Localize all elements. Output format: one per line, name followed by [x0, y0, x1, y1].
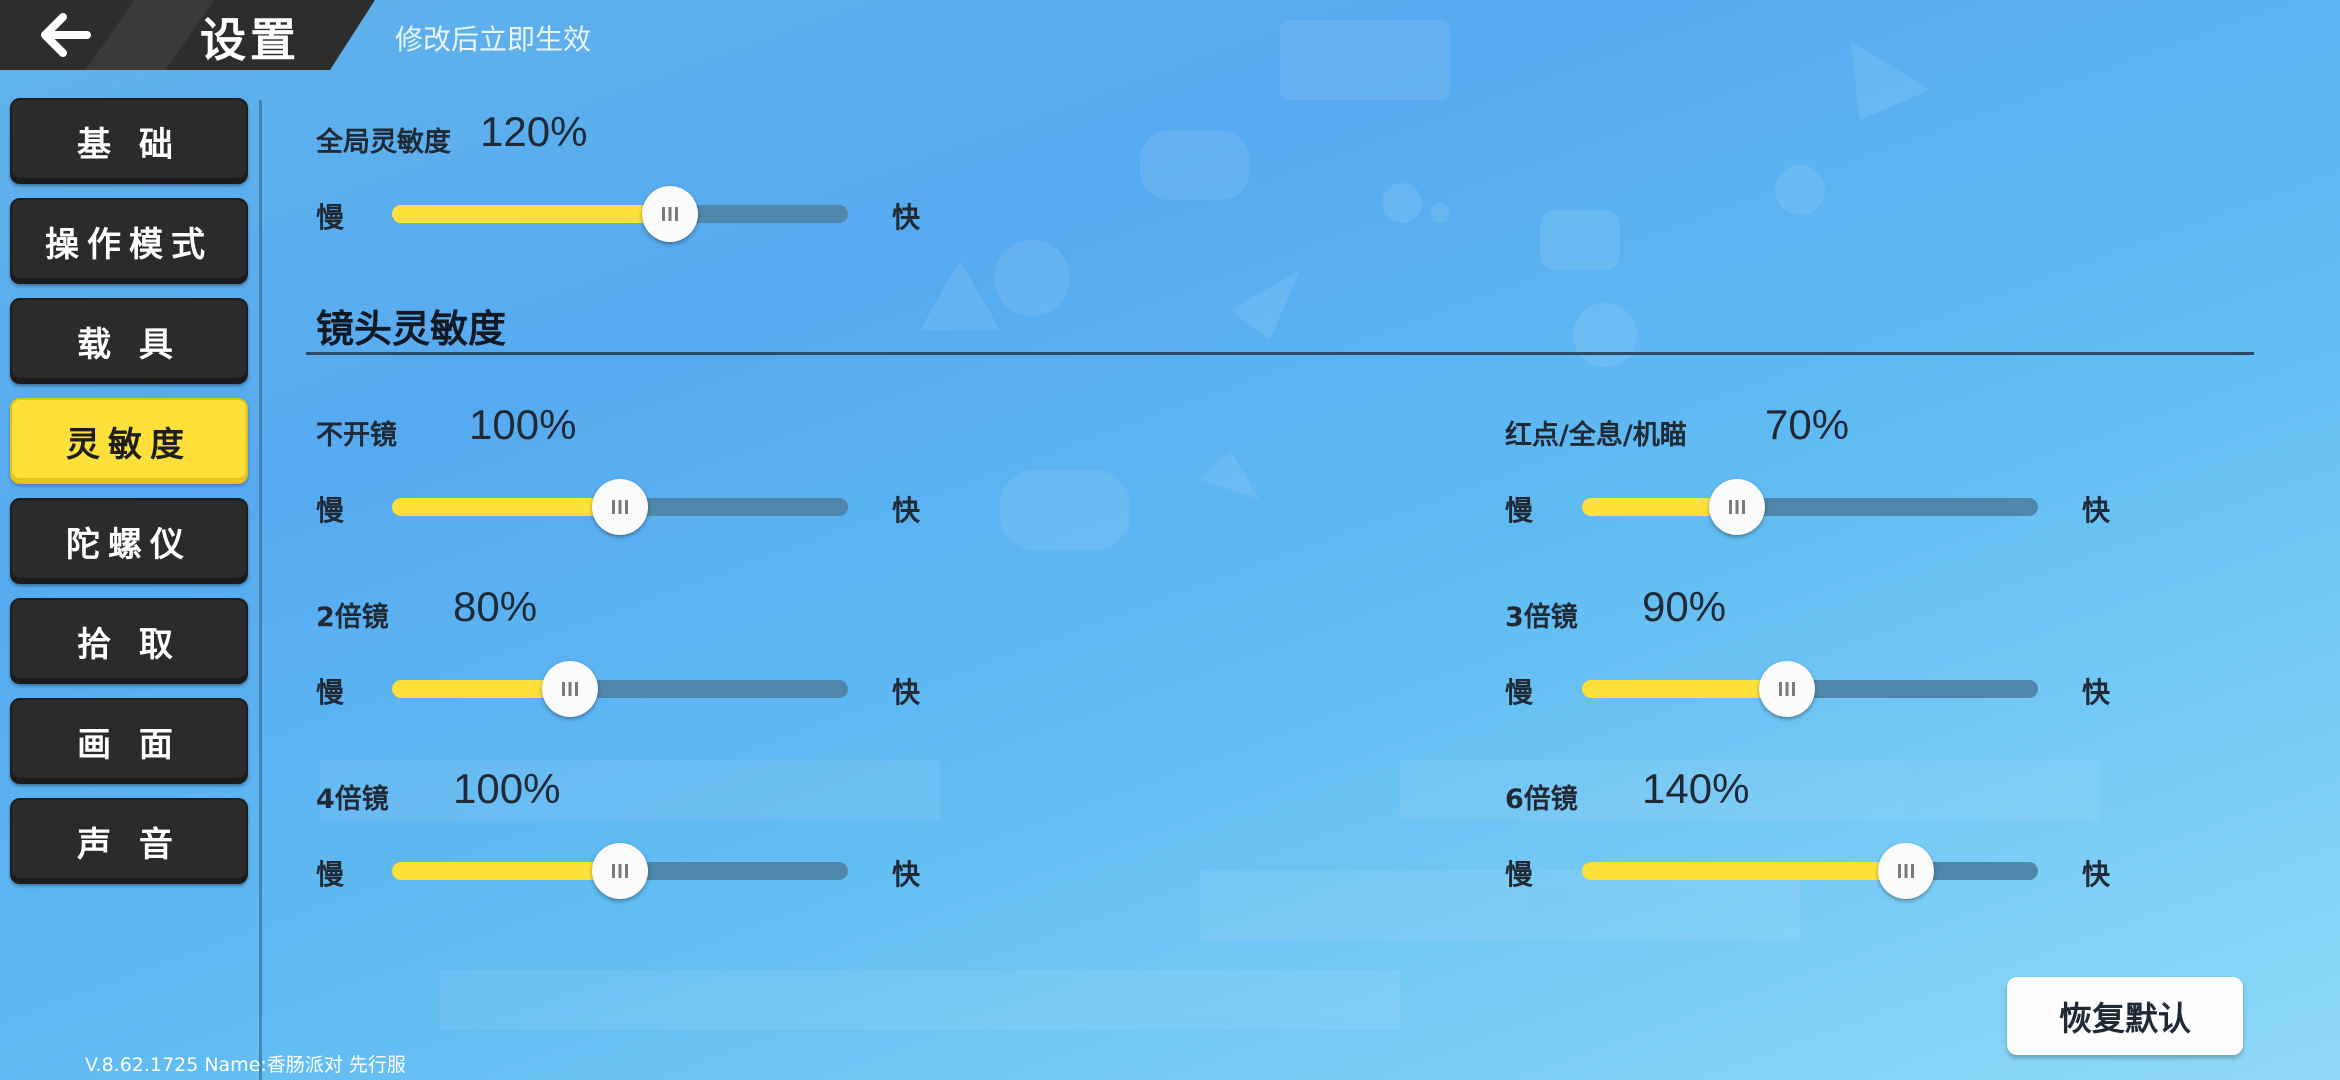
6x-scope-label: 6倍镜 — [1505, 784, 1578, 815]
2x-scope-value: 80% — [453, 583, 538, 630]
version-info: V.8.62.1725 Name:香肠派对 先行服 — [85, 1054, 406, 1076]
reset-default-button[interactable]: 恢复默认 — [2007, 977, 2243, 1055]
no-scope-value: 100% — [469, 401, 577, 448]
sidebar: 基 础 操作模式 载 具 灵敏度 陀螺仪 拾 取 画 面 声 音 — [10, 98, 250, 898]
fast-label: 快 — [2082, 676, 2111, 709]
sidebar-item-graphics[interactable]: 画 面 — [10, 698, 248, 784]
back-button[interactable] — [30, 8, 100, 62]
slow-label: 慢 — [1505, 494, 1534, 527]
slow-label: 慢 — [316, 494, 345, 527]
global-sensitivity-label: 全局灵敏度 — [316, 127, 451, 158]
page-title: 设置 — [200, 13, 300, 67]
slider-fill — [392, 862, 620, 880]
3x-scope-value: 90% — [1642, 583, 1727, 630]
sidebar-item-sound[interactable]: 声 音 — [10, 798, 248, 884]
slider-fill — [1582, 680, 1788, 698]
slider-thumb[interactable] — [541, 661, 598, 717]
slow-label: 慢 — [316, 676, 345, 709]
global-sensitivity-slider[interactable] — [392, 186, 848, 242]
2x-scope-label: 2倍镜 — [316, 602, 389, 633]
grip-icon — [1729, 500, 1746, 514]
red-dot-label: 红点/全息/机瞄 — [1505, 420, 1687, 451]
fast-label: 快 — [2082, 858, 2111, 891]
header-stripe — [85, 0, 215, 70]
fast-label: 快 — [892, 858, 921, 891]
red-dot-slider[interactable] — [1582, 479, 2038, 535]
6x-scope-value: 140% — [1642, 765, 1750, 812]
slider-thumb[interactable] — [1877, 843, 1934, 899]
no-scope-label: 不开镜 — [316, 420, 397, 451]
2x-scope-slider[interactable] — [392, 661, 848, 717]
slow-label: 慢 — [1505, 676, 1534, 709]
sidebar-item-gyroscope[interactable]: 陀螺仪 — [10, 498, 248, 584]
background-pattern — [320, 20, 2100, 1030]
slow-label: 慢 — [316, 201, 345, 234]
slider-fill — [1582, 862, 1906, 880]
slider-thumb[interactable] — [1709, 479, 1766, 535]
fast-label: 快 — [892, 494, 921, 527]
slider-fill — [392, 498, 620, 516]
slider-fill — [392, 205, 671, 223]
4x-scope-label: 4倍镜 — [316, 784, 389, 815]
slider-thumb[interactable] — [592, 843, 648, 899]
page-subtitle: 修改后立即生效 — [395, 23, 592, 56]
grip-icon — [612, 864, 628, 878]
grip-icon — [561, 682, 578, 696]
slow-label: 慢 — [316, 858, 345, 891]
section-divider — [306, 352, 2254, 355]
sidebar-item-sensitivity[interactable]: 灵敏度 — [10, 398, 248, 484]
fast-label: 快 — [892, 676, 921, 709]
sidebar-divider — [259, 100, 262, 1080]
slider-thumb[interactable] — [1759, 661, 1816, 717]
slow-label: 慢 — [1505, 858, 1534, 891]
grip-icon — [612, 500, 628, 514]
6x-scope-slider[interactable] — [1582, 843, 2038, 899]
fast-label: 快 — [892, 201, 921, 234]
global-sensitivity-value: 120% — [480, 108, 588, 155]
3x-scope-label: 3倍镜 — [1505, 602, 1578, 633]
sidebar-item-pickup[interactable]: 拾 取 — [10, 598, 248, 684]
grip-icon — [662, 207, 679, 221]
no-scope-slider[interactable] — [392, 479, 848, 535]
grip-icon — [1897, 864, 1914, 878]
sidebar-item-basic[interactable]: 基 础 — [10, 98, 248, 184]
sidebar-item-control-mode[interactable]: 操作模式 — [10, 198, 248, 284]
3x-scope-slider[interactable] — [1582, 661, 2038, 717]
sidebar-item-vehicle[interactable]: 载 具 — [10, 298, 248, 384]
slider-thumb[interactable] — [592, 479, 648, 535]
red-dot-value: 70% — [1765, 401, 1850, 448]
fast-label: 快 — [2082, 494, 2111, 527]
slider-thumb[interactable] — [642, 186, 699, 242]
4x-scope-slider[interactable] — [392, 843, 848, 899]
grip-icon — [1779, 682, 1796, 696]
4x-scope-value: 100% — [453, 765, 561, 812]
section-title: 镜头灵敏度 — [316, 307, 507, 351]
arrow-left-icon — [41, 13, 91, 57]
